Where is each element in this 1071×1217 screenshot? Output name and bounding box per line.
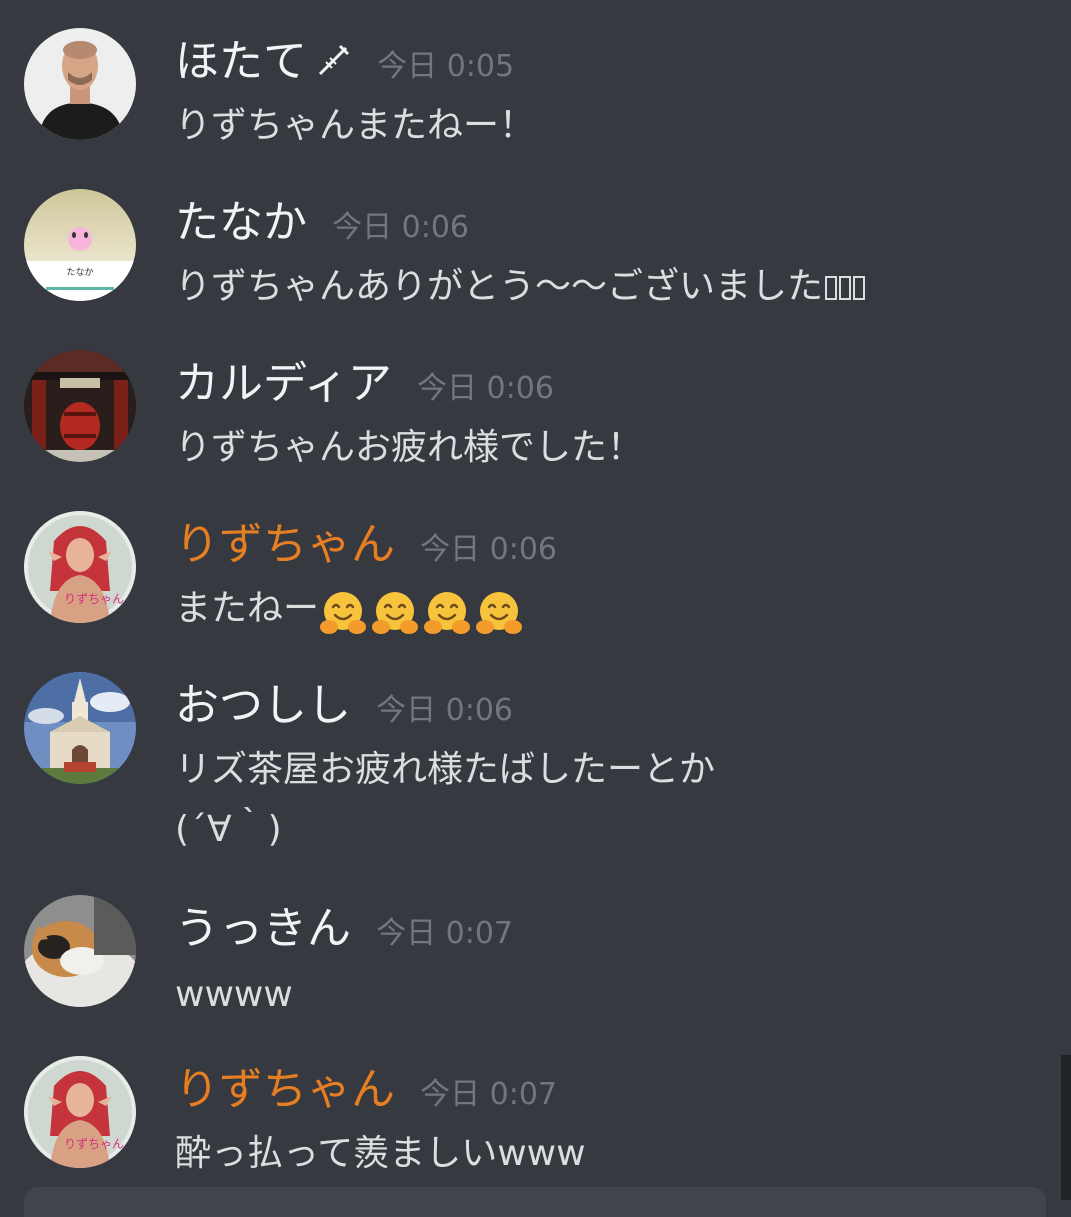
chat-message-list[interactable]: ほたて 今日 0:05 りずちゃんまたねー！ たなか たなか 今日 0:06 り… bbox=[0, 0, 1058, 1200]
message-text: りずちゃんまたねー！ bbox=[175, 105, 536, 146]
message-text: 酔っ払って羨ましいwww bbox=[175, 1133, 586, 1174]
avatar[interactable]: りずちゃん bbox=[24, 511, 136, 623]
avatar-church-image bbox=[24, 672, 136, 784]
author-name[interactable]: おつしし bbox=[175, 680, 351, 731]
scrollbar-thumb[interactable] bbox=[1061, 1055, 1071, 1200]
svg-text:たなか: たなか bbox=[66, 267, 93, 278]
hugging-face-icon bbox=[424, 592, 471, 634]
message: たなか たなか 今日 0:06 りずちゃんありがとう〜〜ございました bbox=[0, 189, 1040, 329]
message-text: りずちゃんお疲れ様でした！ bbox=[175, 427, 644, 468]
author-name[interactable]: うっきん bbox=[175, 903, 351, 954]
timestamp: 今日 0:06 bbox=[376, 693, 513, 728]
svg-text:りずちゃん: りずちゃん bbox=[64, 1137, 124, 1151]
message-header: カルディア 今日 0:06 bbox=[175, 354, 554, 414]
timestamp: 今日 0:06 bbox=[332, 210, 469, 245]
message: おつしし 今日 0:06 リズ茶屋お疲れ様たばしたーとか (´∀｀) bbox=[0, 672, 1040, 872]
author-name[interactable]: ほたて bbox=[175, 36, 307, 87]
message-input-area[interactable] bbox=[24, 1187, 1046, 1217]
message-text: リズ茶屋お疲れ様たばしたーとか (´∀｀) bbox=[175, 749, 716, 850]
hugging-face-icon bbox=[320, 592, 367, 634]
message-text: りずちゃんありがとう〜〜ございました bbox=[175, 261, 866, 313]
avatar[interactable] bbox=[24, 895, 136, 1007]
syringe-icon bbox=[319, 44, 350, 76]
author-name[interactable]: カルディア bbox=[175, 358, 392, 409]
message-header: りずちゃん 今日 0:06 bbox=[175, 515, 557, 575]
message-text: wwww bbox=[175, 974, 293, 1015]
hugging-face-icon bbox=[476, 592, 523, 634]
message: りずちゃん りずちゃん 今日 0:06 またねー bbox=[0, 511, 1040, 651]
author-name[interactable]: りずちゃん bbox=[175, 519, 395, 570]
avatar[interactable] bbox=[24, 672, 136, 784]
message: ほたて 今日 0:05 りずちゃんまたねー！ bbox=[0, 28, 1040, 168]
avatar-man-image bbox=[24, 28, 136, 140]
avatar[interactable] bbox=[24, 28, 136, 140]
message-header: たなか 今日 0:06 bbox=[175, 193, 469, 253]
author-name[interactable]: たなか bbox=[175, 197, 307, 248]
avatar[interactable]: りずちゃん bbox=[24, 1056, 136, 1168]
hugging-face-icon bbox=[372, 592, 419, 634]
avatar-elf-image: りずちゃん bbox=[24, 511, 136, 623]
message: カルディア 今日 0:06 りずちゃんお疲れ様でした！ bbox=[0, 350, 1040, 490]
author-name[interactable]: りずちゃん bbox=[175, 1064, 395, 1115]
avatar[interactable]: たなか bbox=[24, 189, 136, 301]
timestamp: 今日 0:05 bbox=[377, 49, 515, 84]
avatar-character-card-image: たなか bbox=[24, 189, 136, 301]
message-header: ほたて 今日 0:05 bbox=[175, 32, 514, 92]
timestamp: 今日 0:07 bbox=[376, 916, 513, 951]
message: うっきん 今日 0:07 wwww bbox=[0, 895, 1040, 1035]
timestamp: 今日 0:06 bbox=[420, 532, 557, 567]
avatar[interactable] bbox=[24, 350, 136, 462]
message-text: またねー bbox=[175, 583, 527, 635]
avatar-temple-image bbox=[24, 350, 136, 462]
svg-text:りずちゃん: りずちゃん bbox=[64, 592, 124, 606]
message-header: りずちゃん 今日 0:07 bbox=[175, 1060, 557, 1120]
message-header: うっきん 今日 0:07 bbox=[175, 899, 513, 959]
timestamp: 今日 0:06 bbox=[417, 371, 554, 406]
timestamp: 今日 0:07 bbox=[420, 1077, 557, 1112]
avatar-cat-image bbox=[24, 895, 136, 1007]
avatar-elf-image: りずちゃん bbox=[24, 1056, 136, 1168]
message: りずちゃん りずちゃん 今日 0:07 酔っ払って羨ましいwww bbox=[0, 1056, 1040, 1196]
message-header: おつしし 今日 0:06 bbox=[175, 676, 513, 736]
emoji-group bbox=[319, 586, 527, 634]
